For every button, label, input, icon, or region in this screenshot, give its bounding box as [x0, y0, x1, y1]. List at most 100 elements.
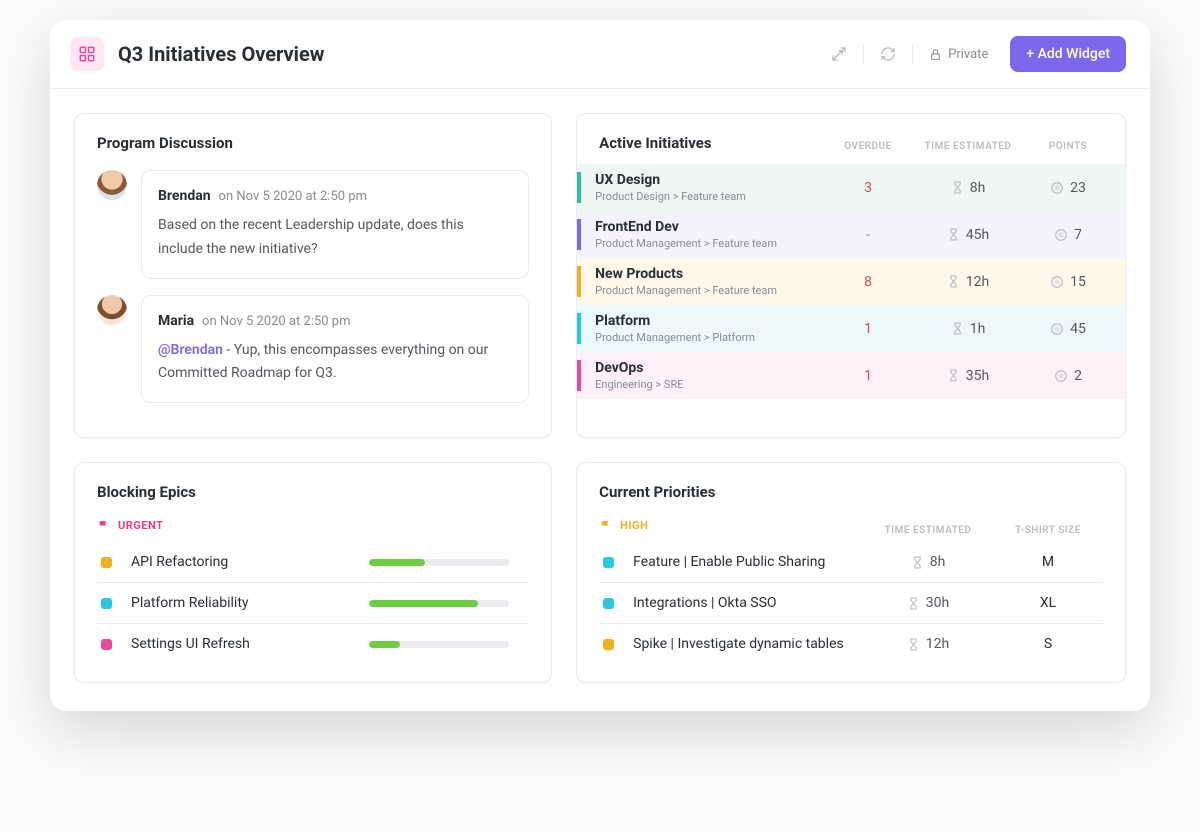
urgent-flag-label: URGENT [97, 519, 529, 532]
color-chip [101, 598, 112, 609]
points: 23 [1033, 180, 1103, 196]
color-chip [101, 557, 112, 568]
points: 2 [1033, 368, 1103, 384]
initiative-name: Platform [595, 313, 833, 329]
hourglass-icon [911, 556, 924, 569]
lock-icon [929, 48, 942, 61]
initiative-row[interactable]: FrontEnd Dev Product Management > Featur… [577, 211, 1125, 258]
hourglass-icon [951, 181, 964, 194]
initiative-name: UX Design [595, 172, 833, 188]
comment-timestamp: on Nov 5 2020 at 2:50 pm [202, 314, 350, 329]
refresh-icon [880, 46, 896, 62]
points: 15 [1033, 274, 1103, 290]
star-icon [1054, 369, 1068, 383]
color-chip [603, 557, 614, 568]
high-flag-label: HIGH [599, 519, 648, 532]
comment-bubble[interactable]: Brendan on Nov 5 2020 at 2:50 pm Based o… [141, 170, 529, 279]
progress-bar [369, 600, 509, 607]
column-header-size: T-SHIRT SIZE [993, 525, 1103, 536]
progress-bar [369, 641, 509, 648]
priority-row[interactable]: Spike | Investigate dynamic tables 12h S [599, 624, 1103, 664]
initiative-breadcrumb: Product Management > Feature team [595, 284, 833, 297]
flag-icon [599, 519, 612, 532]
initiative-row[interactable]: UX Design Product Design > Feature team … [577, 164, 1125, 211]
card-title: Active Initiatives [599, 134, 711, 152]
initiative-name: New Products [595, 266, 833, 282]
overdue-count: 1 [833, 321, 903, 337]
epic-row[interactable]: Settings UI Refresh [97, 624, 529, 664]
divider [912, 44, 913, 64]
flag-text: HIGH [620, 519, 648, 532]
expand-button[interactable] [821, 36, 857, 72]
window-header: Q3 Initiatives Overview Private + Add Wi… [50, 20, 1150, 89]
time-estimated: 1h [903, 321, 1033, 337]
comment-body: Based on the recent Leadership update, d… [158, 214, 512, 262]
initiative-breadcrumb: Product Design > Feature team [595, 190, 833, 203]
priority-row[interactable]: Feature | Enable Public Sharing 8h M [599, 542, 1103, 583]
time-estimated: 45h [903, 227, 1033, 243]
star-icon [1050, 181, 1064, 195]
current-priorities-card: Current Priorities HIGH TIME ESTIMATED T… [576, 462, 1126, 683]
hourglass-icon [947, 228, 960, 241]
privacy-indicator[interactable]: Private [919, 47, 998, 62]
hourglass-icon [951, 322, 964, 335]
tshirt-size: S [993, 636, 1103, 652]
comment-bubble[interactable]: Maria on Nov 5 2020 at 2:50 pm @Brendan … [141, 295, 529, 404]
flag-icon [97, 519, 110, 532]
epics-list: API Refactoring Platform Reliability Set… [97, 542, 529, 664]
dashboard-window: Q3 Initiatives Overview Private + Add Wi… [50, 20, 1150, 711]
time-estimated: 12h [863, 636, 993, 652]
initiatives-list: UX Design Product Design > Feature team … [577, 164, 1125, 399]
app-logo-badge [70, 37, 104, 71]
initiative-breadcrumb: Engineering > SRE [595, 378, 833, 391]
color-chip [101, 639, 112, 650]
overdue-count: 8 [833, 274, 903, 290]
column-header-points: POINTS [1033, 141, 1103, 152]
expand-icon [831, 46, 847, 62]
epic-name: API Refactoring [121, 554, 369, 570]
initiative-breadcrumb: Product Management > Platform [595, 331, 833, 344]
epic-row[interactable]: API Refactoring [97, 542, 529, 583]
column-header-time: TIME ESTIMATED [903, 141, 1033, 152]
initiative-row[interactable]: New Products Product Management > Featur… [577, 258, 1125, 305]
blocking-epics-card: Blocking Epics URGENT API Refactoring Pl… [74, 462, 552, 683]
overdue-count: 3 [833, 180, 903, 196]
dashboard-body: Program Discussion Brendan on Nov 5 2020… [50, 89, 1150, 711]
avatar[interactable] [97, 295, 127, 325]
points: 45 [1033, 321, 1103, 337]
card-title: Current Priorities [599, 483, 1103, 501]
hourglass-icon [947, 369, 960, 382]
time-estimated: 12h [903, 274, 1033, 290]
initiative-name: DevOps [595, 360, 833, 376]
mention[interactable]: @Brendan [158, 342, 223, 358]
initiative-row[interactable]: Platform Product Management > Platform 1… [577, 305, 1125, 352]
privacy-label: Private [948, 47, 988, 62]
initiative-breadcrumb: Product Management > Feature team [595, 237, 833, 250]
priority-row[interactable]: Integrations | Okta SSO 30h XL [599, 583, 1103, 624]
refresh-button[interactable] [870, 36, 906, 72]
page-title: Q3 Initiatives Overview [118, 42, 324, 66]
card-title: Program Discussion [97, 134, 529, 152]
hourglass-icon [947, 275, 960, 288]
card-title: Blocking Epics [97, 483, 529, 501]
add-widget-button[interactable]: + Add Widget [1010, 36, 1126, 72]
time-estimated: 35h [903, 368, 1033, 384]
time-estimated: 8h [903, 180, 1033, 196]
comment-author: Brendan [158, 188, 211, 204]
grid-icon [78, 45, 96, 63]
initiative-name: FrontEnd Dev [595, 219, 833, 235]
points: 7 [1033, 227, 1103, 243]
tshirt-size: XL [993, 595, 1103, 611]
comment: Maria on Nov 5 2020 at 2:50 pm @Brendan … [97, 295, 529, 404]
overdue-count: - [833, 227, 903, 243]
star-icon [1054, 228, 1068, 242]
avatar[interactable] [97, 170, 127, 200]
priorities-list: Feature | Enable Public Sharing 8h M Int… [599, 542, 1103, 664]
priority-name: Integrations | Okta SSO [623, 595, 863, 611]
comment-body: @Brendan - Yup, this encompasses everyth… [158, 339, 512, 387]
epic-row[interactable]: Platform Reliability [97, 583, 529, 624]
initiative-row[interactable]: DevOps Engineering > SRE 1 35h 2 [577, 352, 1125, 399]
comment-timestamp: on Nov 5 2020 at 2:50 pm [219, 189, 367, 204]
color-chip [603, 598, 614, 609]
hourglass-icon [907, 597, 920, 610]
